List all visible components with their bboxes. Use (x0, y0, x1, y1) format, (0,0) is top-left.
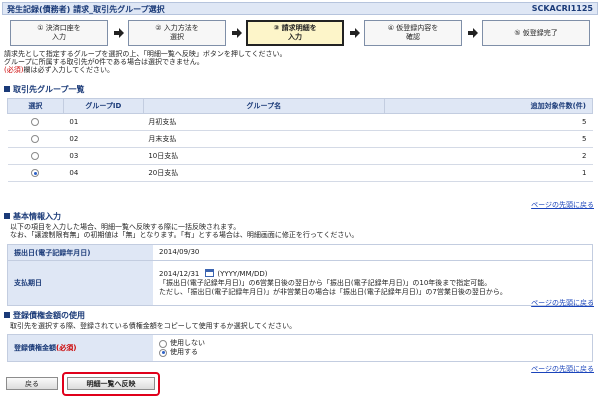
radio-use[interactable] (159, 348, 167, 357)
back-button[interactable]: 戻る (6, 377, 58, 390)
basic-desc-1: 以下の項目を入力した場合、明細一覧へ反映する際に一括反映されます。 (10, 223, 241, 231)
calendar-icon[interactable] (205, 269, 215, 277)
intro-line-3: (必須)欄は必ず入力してください。 (4, 66, 114, 74)
button-highlight-frame (62, 372, 160, 396)
option-use[interactable]: 使用する (159, 348, 592, 357)
group-count-cell: 1 (384, 164, 593, 182)
group-name-cell: 月初支払 (143, 113, 385, 131)
claim-form: 登録債権金額 (必須) 使用しない 使用する (7, 334, 593, 362)
group-count-cell: 5 (384, 113, 593, 131)
claim-amount-row: 登録債権金額 (必須) 使用しない 使用する (8, 335, 592, 361)
table-row[interactable]: 02 月末支払 5 (7, 130, 593, 148)
title-bar: 発生記録(債務者) 請求_取引先グループ選択 SCKACRI1125 (2, 2, 598, 15)
basic-desc-2: なお、「譲渡制限有無」の初期値は「無」となります。「有」とする場合は、明細画面に… (10, 231, 359, 239)
claim-amount-label: 登録債権金額 (必須) (8, 335, 153, 361)
table-header-row: 選択 グループID グループ名 追加対象件数(件) (7, 98, 594, 114)
col-header-count: 追加対象件数(件) (383, 98, 594, 114)
basic-info-form: 振出日(電子記録年月日) 2014/09/30 支払期日 2014/12/31 (… (7, 244, 593, 306)
group-name-cell: 10日支払 (143, 147, 385, 165)
screen-code: SCKACRI1125 (531, 4, 593, 13)
option-not-use[interactable]: 使用しない (159, 339, 592, 348)
group-radio-03[interactable] (31, 152, 40, 160)
back-to-top-link[interactable]: ページの先頭に戻る (531, 364, 594, 374)
group-radio-04[interactable] (31, 169, 40, 177)
table-row[interactable]: 03 10日支払 2 (7, 147, 593, 165)
required-mark: (必須) (56, 344, 77, 352)
step-arrow-icon (114, 28, 124, 38)
payment-note-1: 「振出日(電子記録年月日)」の6営業日後の翌日から「振出日(電子記録年月日)」の… (159, 279, 492, 287)
col-header-select: 選択 (7, 98, 64, 114)
step-4: ④ 仮登録内容を 確認 (364, 20, 462, 46)
section-square-icon (4, 312, 10, 318)
required-note: 欄は必ず入力してください。 (23, 66, 115, 74)
required-mark: (必須) (4, 66, 24, 74)
claim-section-heading: 登録債権金額の使用 (4, 310, 85, 321)
group-count-cell: 5 (384, 130, 593, 148)
group-radio-02[interactable] (31, 135, 40, 143)
group-id-cell: 03 (63, 147, 144, 165)
step-1: ① 決済口座を 入力 (10, 20, 108, 46)
group-section-heading: 取引先グループ一覧 (4, 84, 85, 95)
group-name-cell: 月末支払 (143, 130, 385, 148)
group-count-cell: 2 (384, 147, 593, 165)
intro-line-1: 請求先として指定するグループを選択の上、「明細一覧へ反映」ボタンを押してください… (4, 50, 287, 58)
group-table: 選択 グループID グループ名 追加対象件数(件) 01 月初支払 5 02 月… (7, 98, 594, 182)
issue-date-label: 振出日(電子記録年月日) (8, 245, 153, 260)
date-format-hint: (YYYY/MM/DD) (217, 270, 268, 278)
payment-date-input[interactable]: 2014/12/31 (159, 270, 199, 278)
section-square-icon (4, 213, 10, 219)
step-2: ② 入力方法を 選択 (128, 20, 226, 46)
section-square-icon (4, 86, 10, 92)
issue-date-value: 2014/09/30 (159, 248, 200, 256)
group-id-cell: 02 (63, 130, 144, 148)
col-header-name: グループ名 (142, 98, 385, 114)
table-row[interactable]: 01 月初支払 5 (7, 113, 593, 131)
claim-desc: 取引先を選択する際、登録されている債権金額をコピーして使用するか選択してください… (10, 322, 297, 330)
group-name-cell: 20日支払 (143, 164, 385, 182)
group-id-cell: 01 (63, 113, 144, 131)
step-3-current: ③ 請求明細を 入力 (246, 20, 344, 46)
intro-line-2: グループに所属する取引先が0件である場合は選択できません。 (4, 58, 204, 66)
basic-section-heading: 基本情報入力 (4, 211, 61, 222)
back-to-top-link[interactable]: ページの先頭に戻る (531, 298, 594, 308)
back-to-top-link[interactable]: ページの先頭に戻る (531, 200, 594, 210)
step-5: ⑤ 仮登録完了 (482, 20, 590, 46)
payment-date-label: 支払期日 (8, 261, 153, 305)
page-title: 発生記録(債務者) 請求_取引先グループ選択 (7, 5, 165, 14)
col-header-id: グループID (62, 98, 144, 114)
step-arrow-icon (350, 28, 360, 38)
step-arrow-icon (468, 28, 478, 38)
group-id-cell: 04 (63, 164, 144, 182)
progress-steps: ① 決済口座を 入力 ② 入力方法を 選択 ③ 請求明細を 入力 ④ 仮登録内容… (10, 20, 592, 46)
group-radio-01[interactable] (31, 118, 40, 126)
table-row[interactable]: 04 20日支払 1 (7, 164, 593, 182)
issue-date-row: 振出日(電子記録年月日) 2014/09/30 (8, 245, 592, 261)
step-arrow-icon (232, 28, 242, 38)
payment-date-row: 支払期日 2014/12/31 (YYYY/MM/DD) 「振出日(電子記録年月日… (8, 261, 592, 305)
payment-note-2: ただし、「振出日(電子記録年月日)」が非営業日の場合は「振出日(電子記録年月日)… (159, 288, 507, 296)
radio-not-use[interactable] (159, 339, 167, 348)
